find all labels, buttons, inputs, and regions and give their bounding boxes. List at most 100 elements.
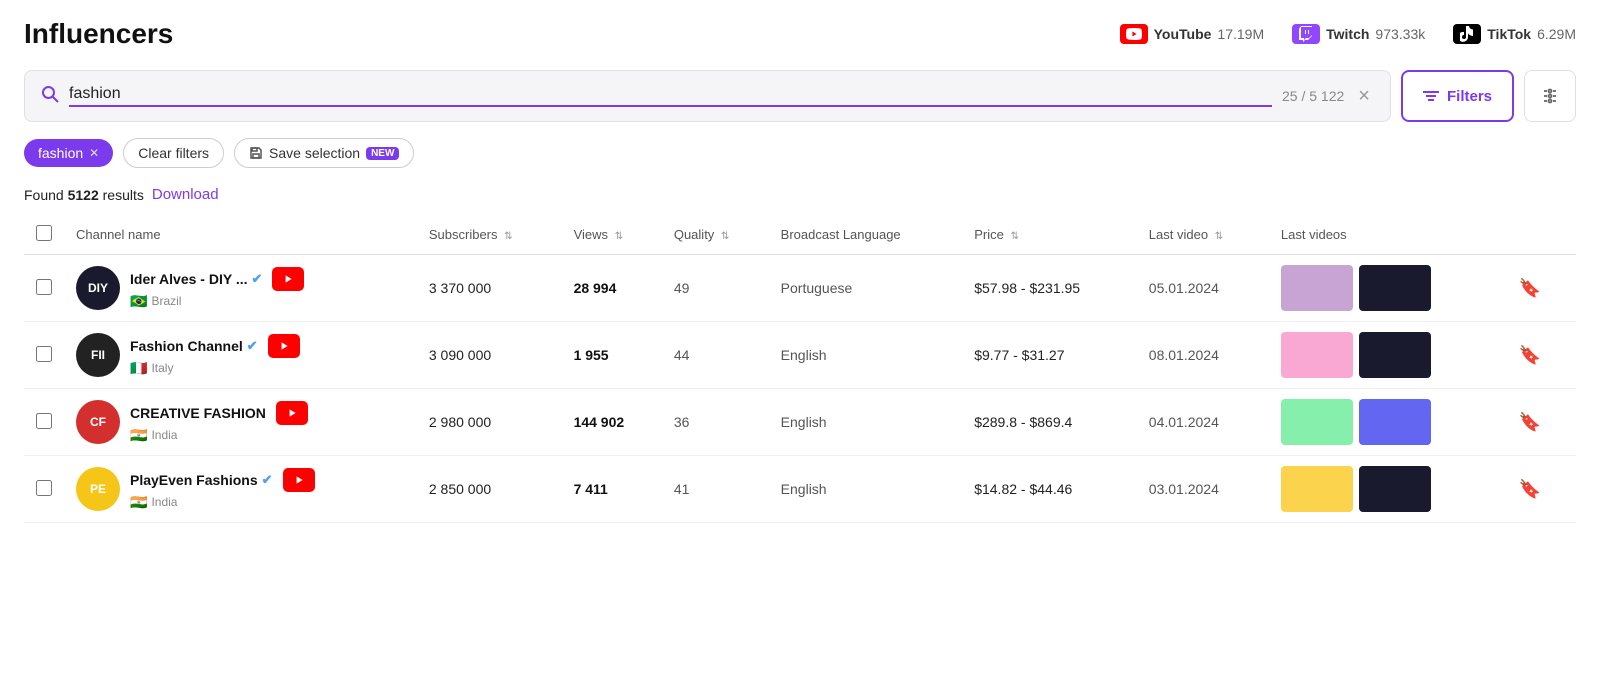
subscribers-cell: 3 090 000 xyxy=(417,322,562,389)
youtube-count: 17.19M xyxy=(1217,26,1264,42)
channel-name: Ider Alves - DIY ... ✔ xyxy=(130,267,304,291)
page-title: Influencers xyxy=(24,18,173,50)
col-actions xyxy=(1503,215,1576,255)
channel-name: Fashion Channel ✔ xyxy=(130,334,300,358)
tiktok-name: TikTok xyxy=(1487,26,1531,42)
bookmark-button[interactable]: 🔖 xyxy=(1515,479,1545,499)
price-cell: $57.98 - $231.95 xyxy=(962,255,1137,322)
quality-sort-icon: ⇅ xyxy=(721,231,729,242)
search-clear-button[interactable]: × xyxy=(1354,81,1374,112)
search-row: 25 / 5 122 × Filters xyxy=(24,70,1576,122)
row-checkbox[interactable] xyxy=(36,480,52,496)
bookmark-cell[interactable]: 🔖 xyxy=(1503,456,1576,523)
youtube-play-button[interactable] xyxy=(268,334,300,358)
row-checkbox-cell[interactable] xyxy=(24,389,64,456)
quality-cell: 44 xyxy=(662,322,769,389)
page-header: Influencers YouTube 17.19M Twitch 973.33… xyxy=(24,18,1576,50)
col-views[interactable]: Views ⇅ xyxy=(562,215,662,255)
youtube-play-button[interactable] xyxy=(283,468,315,492)
language-cell: English xyxy=(769,456,963,523)
row-checkbox-cell[interactable] xyxy=(24,255,64,322)
channel-info: Ider Alves - DIY ... ✔ 🇧🇷 Brazil xyxy=(130,267,304,310)
channel-country: 🇧🇷 Brazil xyxy=(130,293,304,310)
results-row: Found 5122 results Download xyxy=(24,186,1576,203)
country-name: India xyxy=(151,428,177,442)
youtube-play-button[interactable] xyxy=(276,401,308,425)
col-broadcast-language: Broadcast Language xyxy=(769,215,963,255)
filters-label: Filters xyxy=(1447,88,1492,105)
bookmark-button[interactable]: 🔖 xyxy=(1515,345,1545,365)
row-checkbox-cell[interactable] xyxy=(24,322,64,389)
last-video-cell: 05.01.2024 xyxy=(1137,255,1269,322)
language-cell: English xyxy=(769,389,963,456)
channel-info: PlayEven Fashions ✔ 🇮🇳 India xyxy=(130,468,315,511)
last-video-cell: 04.01.2024 xyxy=(1137,389,1269,456)
channel-name-cell: PE PlayEven Fashions ✔ 🇮🇳 India xyxy=(64,456,417,523)
col-last-videos: Last videos xyxy=(1269,215,1503,255)
select-all-checkbox[interactable] xyxy=(36,225,52,241)
views-cell: 144 902 xyxy=(562,389,662,456)
row-checkbox[interactable] xyxy=(36,279,52,295)
row-checkbox[interactable] xyxy=(36,346,52,362)
price-cell: $14.82 - $44.46 xyxy=(962,456,1137,523)
channel-avatar: DIY xyxy=(76,266,120,310)
youtube-play-button[interactable] xyxy=(272,267,304,291)
select-all-header[interactable] xyxy=(24,215,64,255)
bookmark-button[interactable]: 🔖 xyxy=(1515,278,1545,298)
thumb-1[interactable] xyxy=(1281,399,1353,445)
thumb-2[interactable] xyxy=(1359,399,1431,445)
save-selection-button[interactable]: Save selection NEW xyxy=(234,138,414,168)
remove-filter-icon[interactable]: ✕ xyxy=(89,146,99,160)
thumb-2[interactable] xyxy=(1359,332,1431,378)
clear-filters-button[interactable]: Clear filters xyxy=(123,138,224,168)
country-name: Italy xyxy=(151,361,173,375)
twitch-icon xyxy=(1292,24,1320,44)
price-sort-icon: ⇅ xyxy=(1010,231,1018,242)
col-last-video[interactable]: Last video ⇅ xyxy=(1137,215,1269,255)
channel-avatar: CF xyxy=(76,400,120,444)
price-cell: $9.77 - $31.27 xyxy=(962,322,1137,389)
thumb-1[interactable] xyxy=(1281,265,1353,311)
active-filter-chip[interactable]: fashion ✕ xyxy=(24,139,113,167)
table-row: FII Fashion Channel ✔ 🇮🇹 Italy 3 090 000 xyxy=(24,322,1576,389)
search-input[interactable] xyxy=(69,85,1272,107)
tiktok-count: 6.29M xyxy=(1537,26,1576,42)
settings-button[interactable] xyxy=(1524,70,1576,122)
col-subscribers[interactable]: Subscribers ⇅ xyxy=(417,215,562,255)
channel-country: 🇮🇹 Italy xyxy=(130,360,300,377)
channel-name: CREATIVE FASHION xyxy=(130,401,308,425)
row-checkbox-cell[interactable] xyxy=(24,456,64,523)
col-quality[interactable]: Quality ⇅ xyxy=(662,215,769,255)
last-video-cell: 08.01.2024 xyxy=(1137,322,1269,389)
bookmark-cell[interactable]: 🔖 xyxy=(1503,255,1576,322)
save-selection-badge: NEW xyxy=(366,147,399,160)
table-row: CF CREATIVE FASHION 🇮🇳 India 2 980 000 xyxy=(24,389,1576,456)
bookmark-cell[interactable]: 🔖 xyxy=(1503,322,1576,389)
results-found-text: Found 5122 results xyxy=(24,187,144,203)
col-price[interactable]: Price ⇅ xyxy=(962,215,1137,255)
thumb-2[interactable] xyxy=(1359,466,1431,512)
table-row: DIY Ider Alves - DIY ... ✔ 🇧🇷 Brazil 3 3… xyxy=(24,255,1576,322)
thumb-2[interactable] xyxy=(1359,265,1431,311)
bookmark-button[interactable]: 🔖 xyxy=(1515,412,1545,432)
twitch-count: 973.33k xyxy=(1375,26,1425,42)
price-cell: $289.8 - $869.4 xyxy=(962,389,1137,456)
platform-tiktok: TikTok 6.29M xyxy=(1453,24,1576,44)
last-videos-cell xyxy=(1269,389,1503,456)
channel-name-cell: CF CREATIVE FASHION 🇮🇳 India xyxy=(64,389,417,456)
search-count: 25 / 5 122 xyxy=(1282,88,1344,104)
channel-country: 🇮🇳 India xyxy=(130,427,308,444)
channel-name-cell: DIY Ider Alves - DIY ... ✔ 🇧🇷 Brazil xyxy=(64,255,417,322)
last-video-sort-icon: ⇅ xyxy=(1215,231,1223,242)
clear-filters-label: Clear filters xyxy=(138,145,209,161)
country-name: Brazil xyxy=(151,294,181,308)
language-cell: Portuguese xyxy=(769,255,963,322)
download-link[interactable]: Download xyxy=(152,186,219,203)
subscribers-cell: 2 850 000 xyxy=(417,456,562,523)
row-checkbox[interactable] xyxy=(36,413,52,429)
last-videos-cell xyxy=(1269,255,1503,322)
thumb-1[interactable] xyxy=(1281,332,1353,378)
filters-button[interactable]: Filters xyxy=(1401,70,1514,122)
thumb-1[interactable] xyxy=(1281,466,1353,512)
bookmark-cell[interactable]: 🔖 xyxy=(1503,389,1576,456)
